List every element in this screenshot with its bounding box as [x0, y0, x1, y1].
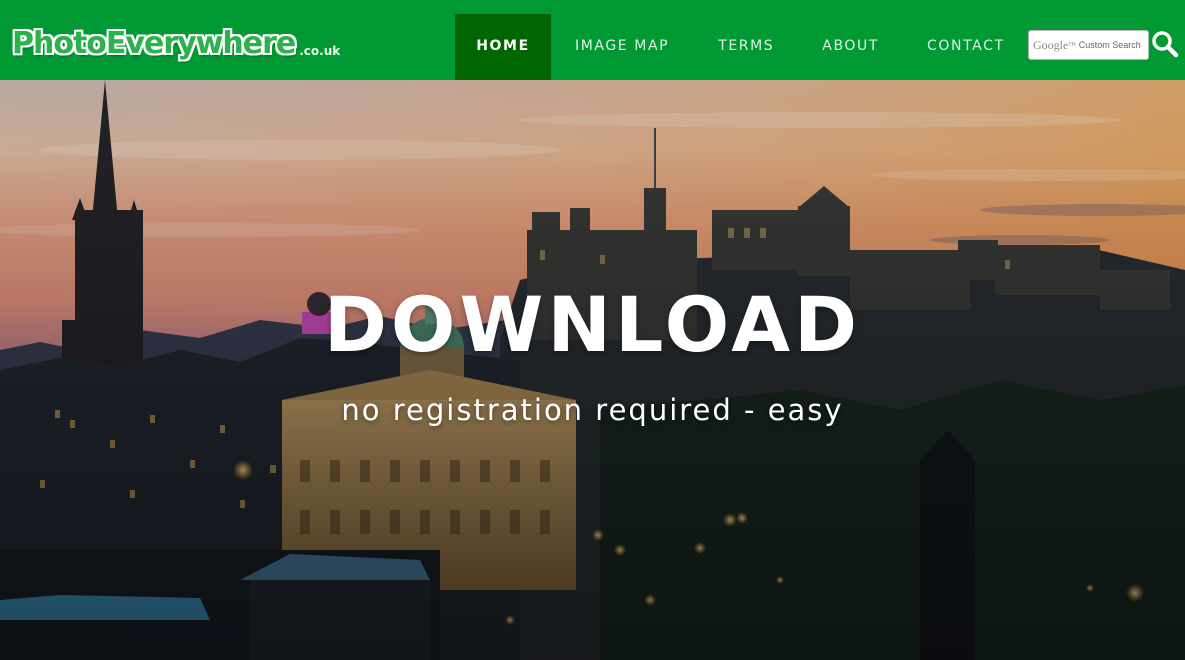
search-icon	[1152, 31, 1179, 58]
logo-domain-suffix: .co.uk	[299, 44, 341, 58]
main-nav: HOME IMAGE MAP TERMS ABOUT CONTACT	[455, 14, 1005, 80]
hero-title: DOWNLOAD	[323, 280, 862, 369]
nav-item-about[interactable]: ABOUT	[822, 14, 879, 80]
nav-item-home[interactable]: HOME	[455, 14, 551, 80]
hero-background-photo	[0, 80, 1185, 660]
site-logo[interactable]: PhotoEverywhere .co.uk	[12, 22, 340, 62]
site-header: PhotoEverywhere .co.uk HOME IMAGE MAP TE…	[0, 0, 1185, 80]
nav-item-contact[interactable]: CONTACT	[927, 14, 1005, 80]
search-button[interactable]	[1151, 30, 1179, 58]
nav-item-image-map[interactable]: IMAGE MAP	[575, 14, 669, 80]
search-input[interactable]: Google TM Custom Search	[1028, 30, 1149, 60]
nav-item-terms[interactable]: TERMS	[718, 14, 774, 80]
logo-wordmark: PhotoEverywhere	[12, 26, 296, 61]
hero-subtitle: no registration required - easy	[341, 393, 844, 427]
search-trademark: TM	[1068, 42, 1076, 48]
search-placeholder: Custom Search	[1078, 40, 1141, 50]
hero-banner: DOWNLOAD no registration required - easy	[0, 80, 1185, 660]
search-google-brand: Google	[1033, 37, 1069, 52]
